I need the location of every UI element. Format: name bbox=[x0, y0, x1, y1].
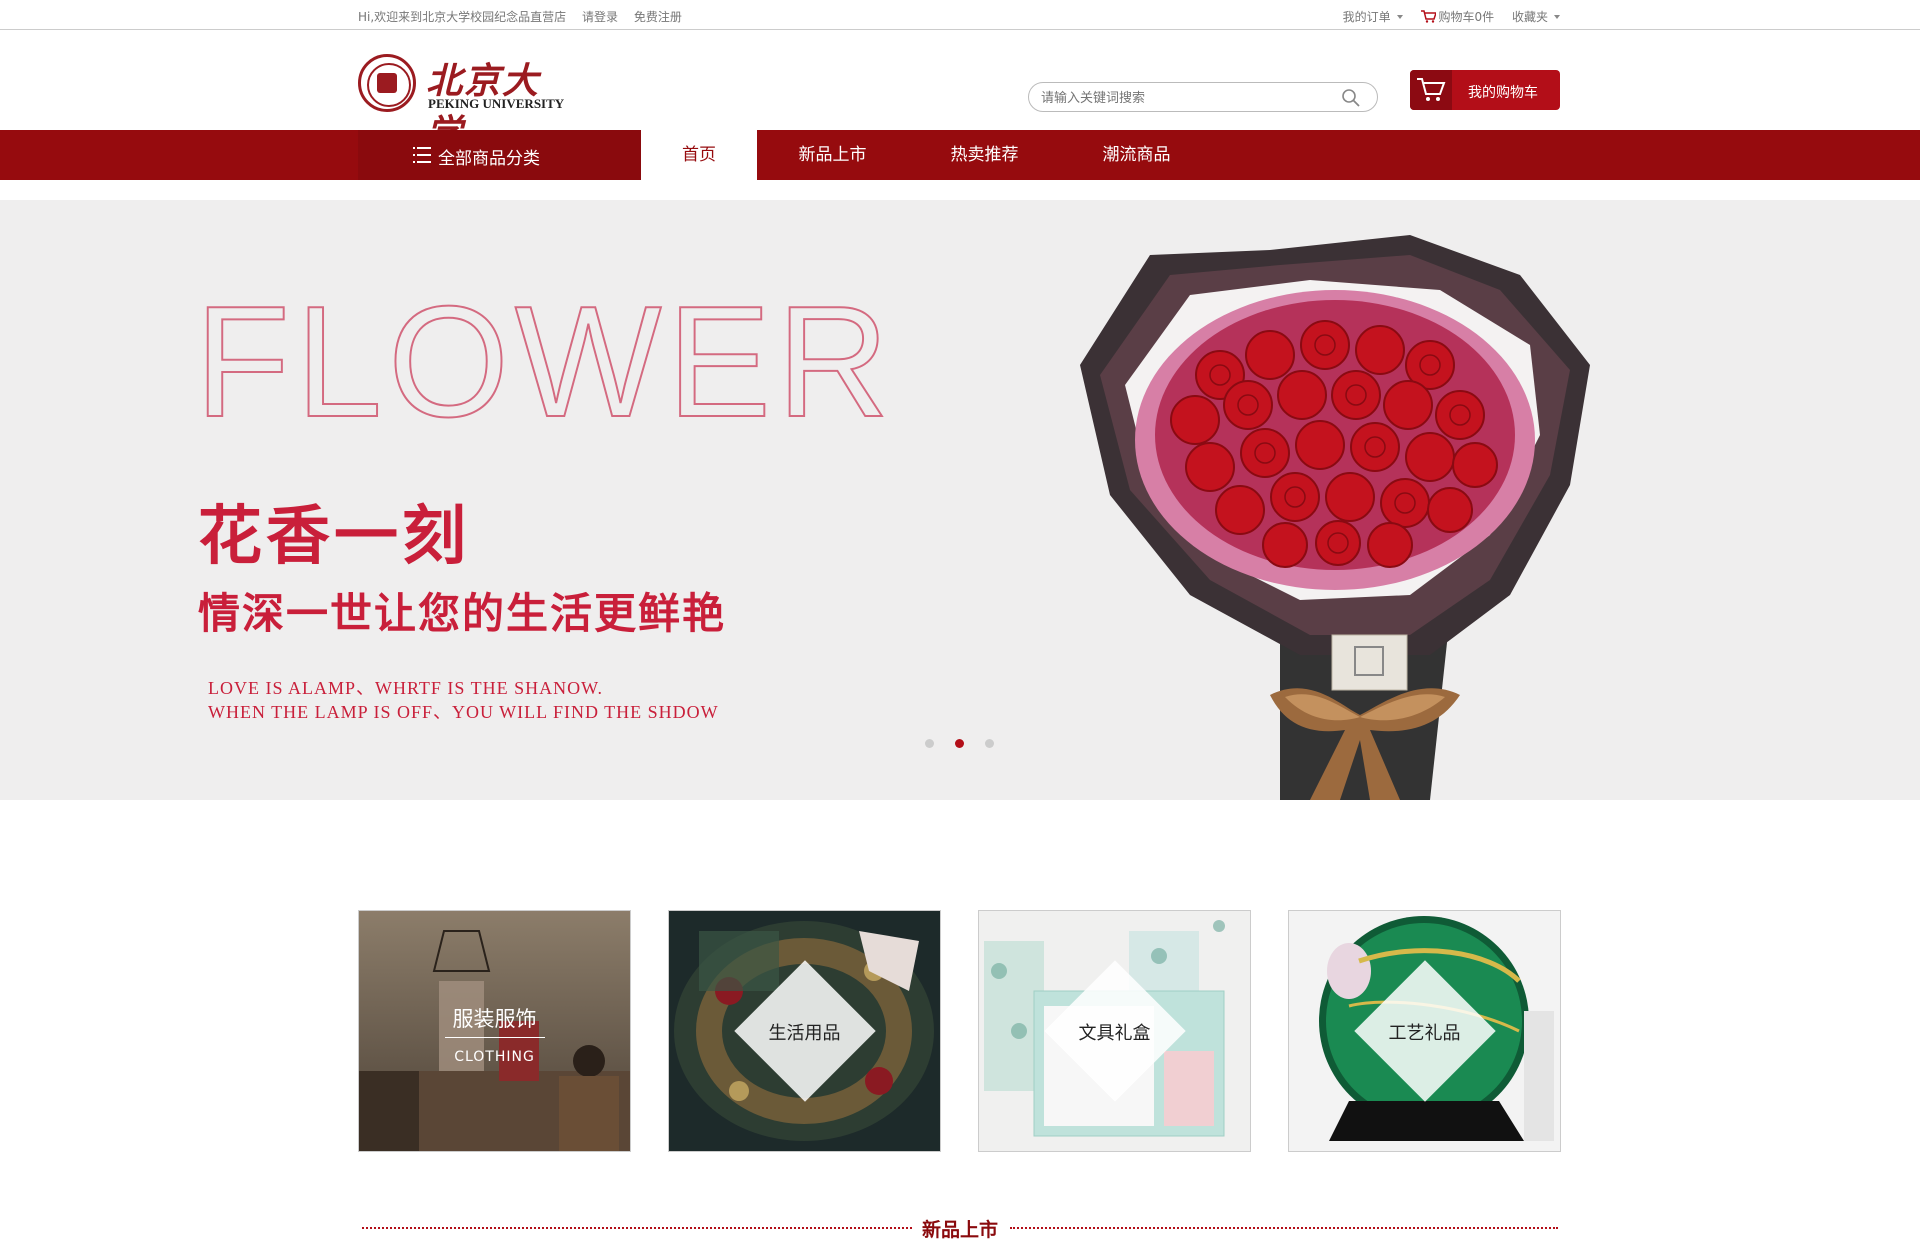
chevron-down-icon bbox=[1554, 15, 1560, 19]
section-header-new-arrivals: 新品上市 bbox=[362, 1212, 1558, 1242]
category-card-stationery[interactable]: 文具礼盒 bbox=[978, 910, 1251, 1152]
all-categories-button[interactable]: 全部商品分类 bbox=[358, 130, 641, 180]
search-box bbox=[1028, 82, 1378, 112]
my-cart-button[interactable]: 我的购物车 bbox=[1410, 70, 1560, 110]
chevron-down-icon bbox=[1396, 15, 1403, 19]
nav-item-trending[interactable]: 潮流商品 bbox=[1084, 130, 1189, 180]
category-label: 生活用品 bbox=[768, 1023, 841, 1044]
category-label: 工艺礼品 bbox=[1388, 1023, 1461, 1044]
site-header: 北京大学 PEKING UNIVERSITY 我的购物车 bbox=[0, 30, 1920, 154]
site-logo[interactable]: 北京大学 PEKING UNIVERSITY bbox=[358, 52, 568, 154]
carousel-dot-2[interactable] bbox=[955, 739, 964, 748]
flower-headline-text: FLOWER bbox=[195, 298, 895, 428]
banner-subline-cn: 情深一世让您的生活更鲜艳 bbox=[198, 589, 727, 638]
all-categories-label: 全部商品分类 bbox=[438, 149, 540, 169]
category-card-clothing[interactable]: 服装服饰 CLOTHING bbox=[358, 910, 631, 1152]
my-orders-label: 我的订单 bbox=[1342, 10, 1391, 24]
favorites-menu[interactable]: 收藏夹 bbox=[1512, 10, 1560, 24]
login-link[interactable]: 请登录 bbox=[582, 10, 618, 24]
category-card-daily-goods[interactable]: 生活用品 bbox=[668, 910, 941, 1152]
welcome-text: Hi,欢迎来到北京大学校园纪念品直营店 bbox=[358, 10, 567, 24]
top-bar: Hi,欢迎来到北京大学校园纪念品直营店 请登录 免费注册 我的订单 购物车0件 … bbox=[0, 0, 1920, 30]
register-link[interactable]: 免费注册 bbox=[634, 10, 682, 24]
university-seal-icon bbox=[358, 54, 416, 112]
mini-cart-link[interactable]: 购物车0件 bbox=[1420, 10, 1498, 24]
hero-banner[interactable]: FLOWER 花香一刻 情深一世让您的生活更鲜艳 LOVE IS ALAMP、W… bbox=[0, 200, 1920, 800]
cart-icon bbox=[1417, 78, 1446, 101]
category-label: 服装服饰 bbox=[452, 1007, 537, 1031]
search-input[interactable] bbox=[1041, 88, 1321, 108]
category-card-crafts[interactable]: 工艺礼品 bbox=[1288, 910, 1561, 1152]
logo-english-name: PEKING UNIVERSITY bbox=[428, 96, 565, 111]
category-divider bbox=[445, 1037, 545, 1038]
category-sublabel: CLOTHING bbox=[454, 1049, 535, 1065]
main-nav: 全部商品分类 首页 新品上市 热卖推荐 潮流商品 bbox=[0, 130, 1920, 180]
carousel-dot-3[interactable] bbox=[985, 739, 994, 748]
mini-cart-label: 购物车0件 bbox=[1438, 10, 1495, 24]
nav-item-hot-picks[interactable]: 热卖推荐 bbox=[932, 130, 1037, 180]
banner-quote-line-1: LOVE IS ALAMP、WHRTF IS THE SHANOW. bbox=[208, 678, 603, 698]
nav-item-home[interactable]: 首页 bbox=[641, 130, 757, 180]
list-menu-icon bbox=[413, 147, 431, 163]
cart-icon bbox=[1420, 10, 1437, 23]
banner-headline-cn: 花香一刻 bbox=[198, 499, 470, 574]
category-label: 文具礼盒 bbox=[1078, 1023, 1151, 1044]
flower-headline: FLOWER bbox=[195, 298, 895, 428]
search-icon[interactable] bbox=[1341, 88, 1361, 108]
my-orders-menu[interactable]: 我的订单 bbox=[1343, 10, 1403, 24]
category-cards: 服装服饰 CLOTHING 生活用品 文具礼盒 工艺礼品 bbox=[358, 910, 1561, 1152]
nav-item-new-arrivals[interactable]: 新品上市 bbox=[780, 130, 885, 180]
carousel-dot-1[interactable] bbox=[925, 739, 934, 748]
banner-carousel-dots bbox=[925, 739, 995, 749]
my-cart-label: 我的购物车 bbox=[1468, 85, 1538, 101]
rose-bouquet-image bbox=[1080, 235, 1590, 800]
banner-quote-line-2: WHEN THE LAMP IS OFF、YOU WILL FIND THE S… bbox=[208, 702, 719, 722]
favorites-label: 收藏夹 bbox=[1511, 10, 1548, 24]
section-title: 新品上市 bbox=[911, 1219, 1008, 1241]
